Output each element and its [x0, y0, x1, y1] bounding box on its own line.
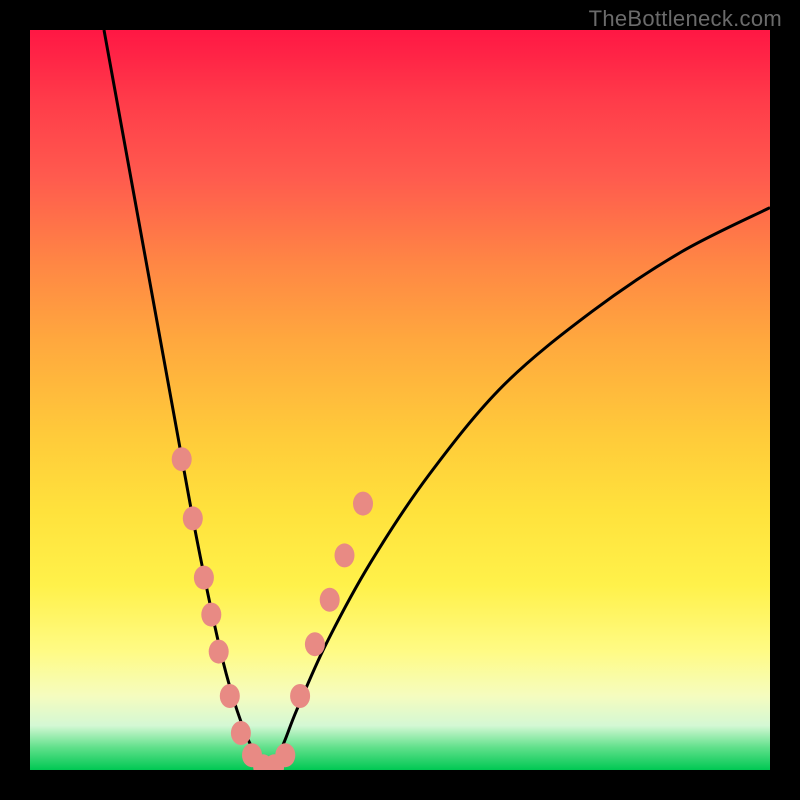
marker-dot [231, 721, 251, 745]
right-curve [267, 208, 770, 770]
marker-dot [305, 632, 325, 656]
marker-dot [183, 506, 203, 530]
marker-dot [201, 603, 221, 627]
marker-dot [353, 492, 373, 516]
chart-frame: TheBottleneck.com [0, 0, 800, 800]
plot-area [30, 30, 770, 770]
marker-dot [290, 684, 310, 708]
left-curve [104, 30, 267, 770]
plot-svg [30, 30, 770, 770]
marker-dot [209, 640, 229, 664]
marker-dot [194, 566, 214, 590]
marker-dot [335, 543, 355, 567]
marker-dot [172, 447, 192, 471]
watermark-text: TheBottleneck.com [589, 6, 782, 32]
marker-dot [220, 684, 240, 708]
marker-dot [275, 743, 295, 767]
marker-dot [320, 588, 340, 612]
